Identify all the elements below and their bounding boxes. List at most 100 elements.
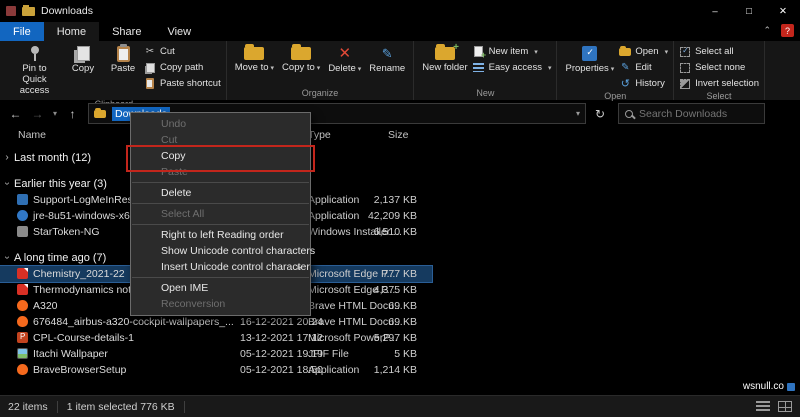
ribbon-group-new: New folder New item ▾ Easy access ▾ New — [414, 41, 557, 100]
rename-button[interactable]: Rename — [366, 42, 408, 76]
group-chevron-icon[interactable]: › — [2, 177, 13, 191]
maximize-button[interactable]: □ — [732, 0, 766, 22]
column-header-name[interactable]: Name — [18, 129, 46, 141]
tab-file[interactable]: File — [0, 22, 44, 41]
group-label-select: Select — [679, 90, 759, 103]
invert-selection-icon — [679, 78, 691, 90]
menu-item-show-unicode-control-characters[interactable]: Show Unicode control characters — [131, 243, 310, 259]
forward-button[interactable]: → — [28, 107, 47, 121]
ribbon-group-clipboard: Pin to Quick access Copy Paste Cut — [2, 41, 227, 100]
paste-button[interactable]: Paste — [104, 42, 142, 76]
menu-separator — [132, 224, 309, 225]
ppt-file-icon — [17, 332, 28, 343]
ribbon-group-open: Properties▾ Open ▾ Edit History — [557, 41, 674, 100]
address-dropdown-caret-icon[interactable]: ▾ — [576, 109, 580, 118]
edit-button[interactable]: Edit — [619, 61, 668, 74]
details-view-icon[interactable] — [756, 401, 770, 412]
file-row-676484-airbus-a320-cockpit-wallpapers[interactable]: 676484_airbus-a320-cockpit-wallpapers_..… — [0, 314, 432, 330]
open-button[interactable]: Open ▾ — [619, 45, 668, 58]
address-folder-icon — [94, 110, 106, 118]
properties-icon — [582, 46, 597, 61]
watermark: wsnull.co — [743, 381, 795, 392]
annotation-highlight — [126, 145, 315, 172]
properties-label: Properties — [565, 63, 608, 74]
copy-path-button[interactable]: Copy path — [144, 61, 221, 74]
copy-to-button[interactable]: Copy to▾ — [279, 42, 323, 75]
group-header-a-long-time-ago-7[interactable]: ›A long time ago (7) — [0, 249, 800, 266]
column-header-type[interactable]: Type — [308, 129, 331, 141]
search-box[interactable] — [618, 103, 765, 124]
column-headers: Name Date modified Type Size — [0, 127, 800, 145]
file-row-cpl-course-details-1[interactable]: CPL-Course-details-113-12-2021 17:12Micr… — [0, 330, 432, 346]
new-folder-button[interactable]: New folder — [419, 42, 470, 75]
file-row-bravebrowsersetup[interactable]: BraveBrowserSetup05-12-2021 18:50Applica… — [0, 362, 432, 378]
properties-button[interactable]: Properties▾ — [562, 42, 617, 76]
search-input[interactable] — [639, 108, 749, 120]
select-none-button[interactable]: Select none — [679, 61, 759, 74]
select-all-button[interactable]: Select all — [679, 45, 759, 58]
back-button[interactable]: ← — [6, 107, 25, 121]
tab-view[interactable]: View — [154, 22, 204, 41]
dropdown-caret-icon: ▾ — [271, 65, 275, 72]
menu-item-right-to-left-reading-order[interactable]: Right to left Reading order — [131, 227, 310, 243]
paste-shortcut-button[interactable]: Paste shortcut — [144, 77, 221, 90]
pdf-file-icon — [17, 268, 28, 279]
recent-locations-caret-icon[interactable]: ▾ — [50, 109, 60, 118]
file-row-itachi-wallpaper[interactable]: Itachi Wallpaper05-12-2021 19:19JFIF Fil… — [0, 346, 432, 362]
up-button[interactable]: ↑ — [63, 107, 82, 121]
tab-home[interactable]: Home — [44, 22, 99, 41]
copy-button[interactable]: Copy — [64, 42, 102, 76]
tab-share[interactable]: Share — [99, 22, 154, 41]
file-size: 2,137 KB — [345, 194, 417, 206]
ribbon: Pin to Quick access Copy Paste Cut — [0, 41, 800, 100]
app-blue-file-icon — [17, 194, 28, 205]
help-button[interactable]: ? — [781, 24, 794, 37]
easy-access-button[interactable]: Easy access ▾ — [473, 61, 552, 74]
column-header-size[interactable]: Size — [388, 129, 408, 141]
file-size: 6,510 KB — [345, 226, 417, 238]
pin-to-quick-access-button[interactable]: Pin to Quick access — [7, 42, 62, 98]
window-controls: – □ ✕ — [698, 0, 800, 22]
collapse-ribbon-icon[interactable]: ⌃ — [763, 25, 771, 36]
menu-separator — [132, 182, 309, 183]
file-type: JFIF File — [308, 348, 349, 360]
group-header-last-month-12[interactable]: ›Last month (12) — [0, 149, 800, 166]
history-button[interactable]: History — [619, 77, 668, 90]
group-header-earlier-this-year-3[interactable]: ›Earlier this year (3) — [0, 175, 800, 192]
file-name: Itachi Wallpaper — [33, 348, 108, 360]
cut-button[interactable]: Cut — [144, 45, 221, 58]
status-divider — [57, 401, 58, 413]
copy-label: Copy — [72, 64, 94, 75]
file-size: 42,209 KB — [345, 210, 417, 222]
explorer-window: Downloads – □ ✕ File Home Share View ⌃ ?… — [0, 0, 800, 417]
group-label-open: Open — [562, 90, 668, 103]
dropdown-caret-icon: ▾ — [665, 48, 669, 56]
new-item-icon — [473, 46, 485, 58]
menu-item-delete[interactable]: Delete — [131, 185, 310, 201]
group-label-new: New — [419, 87, 551, 100]
close-button[interactable]: ✕ — [766, 0, 800, 22]
invert-selection-button[interactable]: Invert selection — [679, 77, 759, 90]
refresh-button[interactable]: ↻ — [589, 107, 611, 121]
delete-label: Delete — [328, 63, 355, 74]
file-size: 69 KB — [345, 300, 417, 312]
minimize-button[interactable]: – — [698, 0, 732, 22]
menu-item-insert-unicode-control-character[interactable]: Insert Unicode control character▸ — [131, 259, 310, 275]
pin-label: Pin to Quick access — [10, 64, 59, 97]
move-to-button[interactable]: Move to▾ — [232, 42, 277, 75]
menu-item-open-ime[interactable]: Open IME — [131, 280, 310, 296]
menu-item-undo: Undo — [131, 116, 310, 132]
menu-separator — [132, 277, 309, 278]
java-file-icon — [17, 210, 28, 221]
file-name: CPL-Course-details-1 — [33, 332, 134, 344]
easy-access-label: Easy access — [489, 62, 542, 73]
delete-button[interactable]: Delete▾ — [325, 42, 364, 76]
cut-icon — [144, 46, 156, 58]
cut-label: Cut — [160, 46, 175, 57]
thumbnail-view-icon[interactable] — [778, 401, 792, 412]
dropdown-caret-icon: ▾ — [317, 65, 321, 72]
dropdown-caret-icon: ▾ — [611, 66, 615, 73]
group-chevron-icon[interactable]: › — [2, 251, 13, 265]
new-item-button[interactable]: New item ▾ — [473, 45, 552, 58]
group-chevron-icon[interactable]: › — [0, 152, 14, 163]
